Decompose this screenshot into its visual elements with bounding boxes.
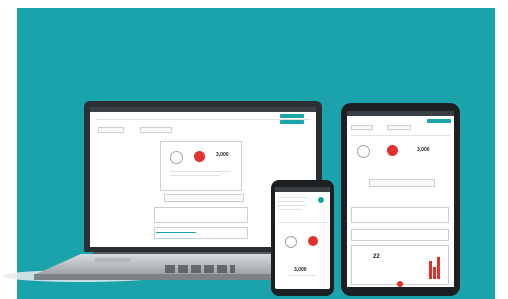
product-hero: 3,000 3,000 3,000 22 xyxy=(0,0,508,299)
tablet-top-bar xyxy=(347,111,454,116)
phone-row xyxy=(278,197,308,198)
phone-metric-circle xyxy=(285,236,297,248)
header-divider xyxy=(96,119,310,120)
chart-bar xyxy=(437,257,440,279)
tablet-filter-field[interactable] xyxy=(351,125,373,130)
phone-metric-circle-alert xyxy=(308,236,318,246)
laptop-touchpad xyxy=(95,258,131,262)
tablet-date-field[interactable] xyxy=(387,125,411,130)
phone-row xyxy=(278,201,304,202)
metric-value-laptop: 3,000 xyxy=(216,152,229,158)
tablet-screen: 3,000 22 xyxy=(347,111,454,287)
phone-menu-icon[interactable] xyxy=(318,197,324,203)
tablet-divider xyxy=(351,135,450,136)
chart-bar xyxy=(433,267,436,279)
metric-circle-1 xyxy=(170,151,183,164)
phone-text-line xyxy=(289,275,316,276)
metric-text-line xyxy=(170,175,220,176)
tablet-metric-value: 3,000 xyxy=(417,147,430,153)
metrics-panel xyxy=(160,141,242,191)
tablet-chart-panel xyxy=(351,245,449,285)
action-button[interactable] xyxy=(280,114,304,118)
tablet-alert-dot xyxy=(397,281,403,287)
app-top-bar xyxy=(90,107,316,112)
notes-panel xyxy=(154,227,248,239)
tablet-metric-circle-alert xyxy=(387,145,398,156)
secondary-action-button[interactable] xyxy=(280,120,304,124)
tablet-details-panel xyxy=(351,207,449,223)
tablet-metric-circle xyxy=(357,145,370,158)
chart-bar xyxy=(429,261,432,279)
phone-row xyxy=(278,205,306,206)
metric-text-line xyxy=(170,171,230,172)
phone-divider xyxy=(278,222,327,223)
search-bar[interactable] xyxy=(164,194,244,202)
tablet-action-button[interactable] xyxy=(427,119,451,123)
laptop-vent xyxy=(165,265,235,273)
metric-circle-alert xyxy=(194,151,205,162)
notes-highlight xyxy=(156,232,196,233)
phone-screen: 3,000 xyxy=(275,187,330,289)
phone-top-bar xyxy=(275,187,330,192)
tablet-notes-panel xyxy=(351,229,449,241)
tablet-big-number: 22 xyxy=(373,254,380,260)
date-field[interactable] xyxy=(140,127,172,133)
details-panel xyxy=(154,207,248,223)
phone-metric-value: 3,000 xyxy=(294,267,307,273)
filter-field[interactable] xyxy=(98,127,124,133)
tablet-search-bar[interactable] xyxy=(369,179,435,187)
phone-row xyxy=(278,209,302,210)
